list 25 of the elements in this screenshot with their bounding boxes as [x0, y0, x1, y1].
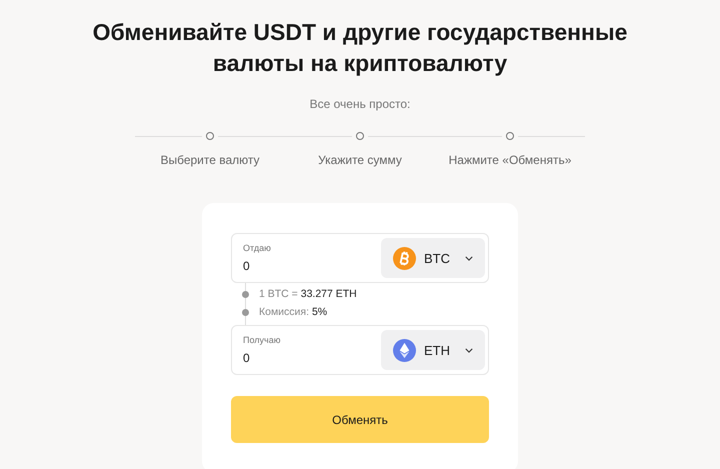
amount-field[interactable]: Отдаю 0 BTC	[231, 233, 489, 283]
bitcoin-icon	[393, 246, 416, 270]
exchange-button[interactable]: Обменять	[231, 396, 489, 443]
currency-select[interactable]: BTC	[381, 238, 485, 278]
page-title: Обменивайте USDT и другие государственные валюты на криптовалюту	[92, 18, 628, 78]
subtitle: Все очень просто:	[310, 97, 410, 111]
step-marker	[206, 132, 214, 140]
info-text: Комиссия: 5%	[259, 306, 328, 318]
field-label: Получаю	[243, 335, 280, 345]
step-marker	[356, 132, 364, 140]
field-value: 0	[243, 351, 251, 365]
info-text: 1 BTC = 33.277 ETH	[259, 288, 357, 300]
chevron-down-icon	[465, 256, 473, 260]
field-value: 0	[243, 259, 251, 273]
step-label: Выберите валюту	[160, 153, 260, 167]
step-marker	[506, 132, 514, 140]
amount-field[interactable]: Получаю 0 ETH	[231, 325, 489, 375]
field-label: Отдаю	[243, 243, 271, 253]
step-label: Нажмите «Обменять»	[448, 153, 572, 167]
info-dot	[242, 308, 249, 316]
chevron-down-icon	[465, 348, 473, 352]
info-dot	[242, 290, 249, 298]
ethereum-icon	[393, 338, 416, 362]
currency-select[interactable]: ETH	[381, 330, 485, 370]
step-label: Укажите сумму	[318, 153, 402, 167]
